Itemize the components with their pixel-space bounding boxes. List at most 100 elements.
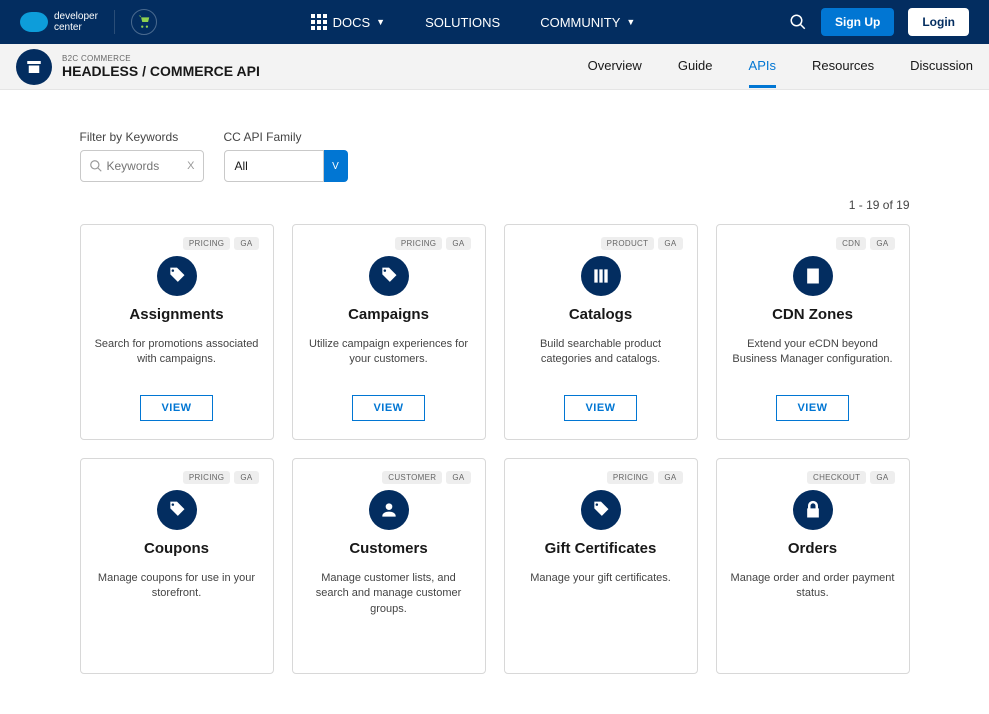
apps-grid-icon [311,14,327,30]
card-desc: Manage order and order payment status. [731,571,895,643]
view-button[interactable]: VIEW [140,395,212,421]
columns-icon [581,256,621,296]
logo-text-top: developer [54,11,98,22]
card-title: Catalogs [569,306,632,323]
nav-docs[interactable]: DOCS ▼ [311,14,385,30]
card-desc: Manage coupons for use in your storefron… [95,571,259,643]
card-title: CDN Zones [772,306,853,323]
api-card: PRICING GA Campaigns Utilize campaign exp… [292,224,486,440]
api-card: PRODUCTGA Catalogs Build searchable prod… [504,224,698,440]
badge: GA [870,471,894,484]
card-desc: Manage customer lists, and search and ma… [307,571,471,643]
badge: PRICING [395,237,442,250]
top-nav: developer center DOCS ▼ SOLUTIONS COMMUN… [0,0,989,44]
tag-icon [157,490,197,530]
tab-apis[interactable]: APIs [749,46,776,88]
nav-community-label: COMMUNITY [540,15,620,30]
badge: PRICING [607,471,654,484]
keywords-input[interactable] [107,159,188,173]
badge: PRICING [183,237,230,250]
badge: GA [446,237,470,250]
login-button[interactable]: Login [908,8,969,36]
page-titles: B2C COMMERCE HEADLESS / COMMERCE API [62,54,260,79]
signup-button[interactable]: Sign Up [821,8,894,36]
topnav-center: DOCS ▼ SOLUTIONS COMMUNITY ▼ [311,14,636,30]
card-badges: PRODUCTGA [601,237,683,250]
view-button[interactable]: VIEW [776,395,848,421]
divider [114,10,115,34]
card-desc: Manage your gift certificates. [530,571,671,643]
badge: GA [658,471,682,484]
card-desc: Extend your eCDN beyond Business Manager… [731,337,895,383]
card-desc: Build searchable product categories and … [519,337,683,383]
card-desc: Search for promotions associated with ca… [95,337,259,383]
api-card: CHECKOUTGA Orders Manage order and order… [716,458,910,674]
api-card: PRICINGGA Assignments Search for promoti… [80,224,274,440]
nav-docs-label: DOCS [333,15,371,30]
view-button[interactable]: VIEW [352,395,424,421]
family-dropdown-button[interactable]: V [324,150,348,182]
filters: Filter by Keywords X CC API Family All V [80,130,910,182]
card-desc: Utilize campaign experiences for your cu… [307,337,471,383]
card-badges: PRICING GA [607,471,683,484]
tag-icon [369,256,409,296]
page-icon [16,49,52,85]
content: Filter by Keywords X CC API Family All V… [60,90,930,714]
logo[interactable]: developer center [20,11,98,33]
lock-icon [793,490,833,530]
family-select[interactable]: All V [224,150,348,182]
tab-discussion[interactable]: Discussion [910,46,973,88]
logo-text-bottom: center [54,22,98,33]
api-card: CDN GA CDN Zones Extend your eCDN beyond … [716,224,910,440]
clear-button[interactable]: X [187,160,194,172]
nav-community[interactable]: COMMUNITY ▼ [540,15,635,30]
tab-overview[interactable]: Overview [588,46,642,88]
logo-text: developer center [54,11,98,33]
tag-icon [581,490,621,530]
cart-icon [137,15,151,29]
badge: GA [234,237,258,250]
card-badges: CHECKOUT GA [807,471,894,484]
card-title: Coupons [144,540,209,557]
breadcrumb: B2C COMMERCE [62,54,260,63]
badge: PRODUCT [601,237,655,250]
tab-resources[interactable]: Resources [812,46,874,88]
family-value: All [224,150,324,182]
sub-header: B2C COMMERCE HEADLESS / COMMERCE API Ove… [0,44,989,90]
users-icon [369,490,409,530]
nav-solutions[interactable]: SOLUTIONS [425,15,500,30]
badge: GA [658,237,682,250]
badge: CHECKOUT [807,471,866,484]
family-label: CC API Family [224,130,348,144]
badge: GA [870,237,894,250]
tag-icon [157,256,197,296]
api-card: PRICINGGA Coupons Manage coupons for use… [80,458,274,674]
api-card: CUSTOMERGA Customers Manage customer lis… [292,458,486,674]
keywords-label: Filter by Keywords [80,130,204,144]
storefront-icon [25,58,43,76]
topnav-right: Sign Up Login [789,8,969,36]
page-title: HEADLESS / COMMERCE API [62,63,260,79]
badge: GA [234,471,258,484]
view-button[interactable]: VIEW [564,395,636,421]
card-title: Customers [349,540,427,557]
card-badges: PRICING GA [395,237,471,250]
card-badges: CDN GA [836,237,894,250]
card-badges: PRICINGGA [183,471,259,484]
search-icon [89,159,103,173]
badge: CDN [836,237,866,250]
badge: CUSTOMER [382,471,442,484]
chevron-down-icon: ▼ [626,17,635,27]
keywords-input-wrap: X [80,150,204,182]
card-badges: PRICING GA [183,237,259,250]
building-icon [793,256,833,296]
salesforce-cloud-icon [20,12,48,32]
chevron-down-icon: ▼ [376,17,385,27]
card-title: Campaigns [348,306,429,323]
search-icon[interactable] [789,13,807,31]
topnav-left: developer center [20,9,157,35]
api-grid: PRICINGGA Assignments Search for promoti… [80,224,910,674]
commerce-icon-circle[interactable] [131,9,157,35]
tab-guide[interactable]: Guide [678,46,713,88]
tabs: Overview Guide APIs Resources Discussion [588,46,973,88]
